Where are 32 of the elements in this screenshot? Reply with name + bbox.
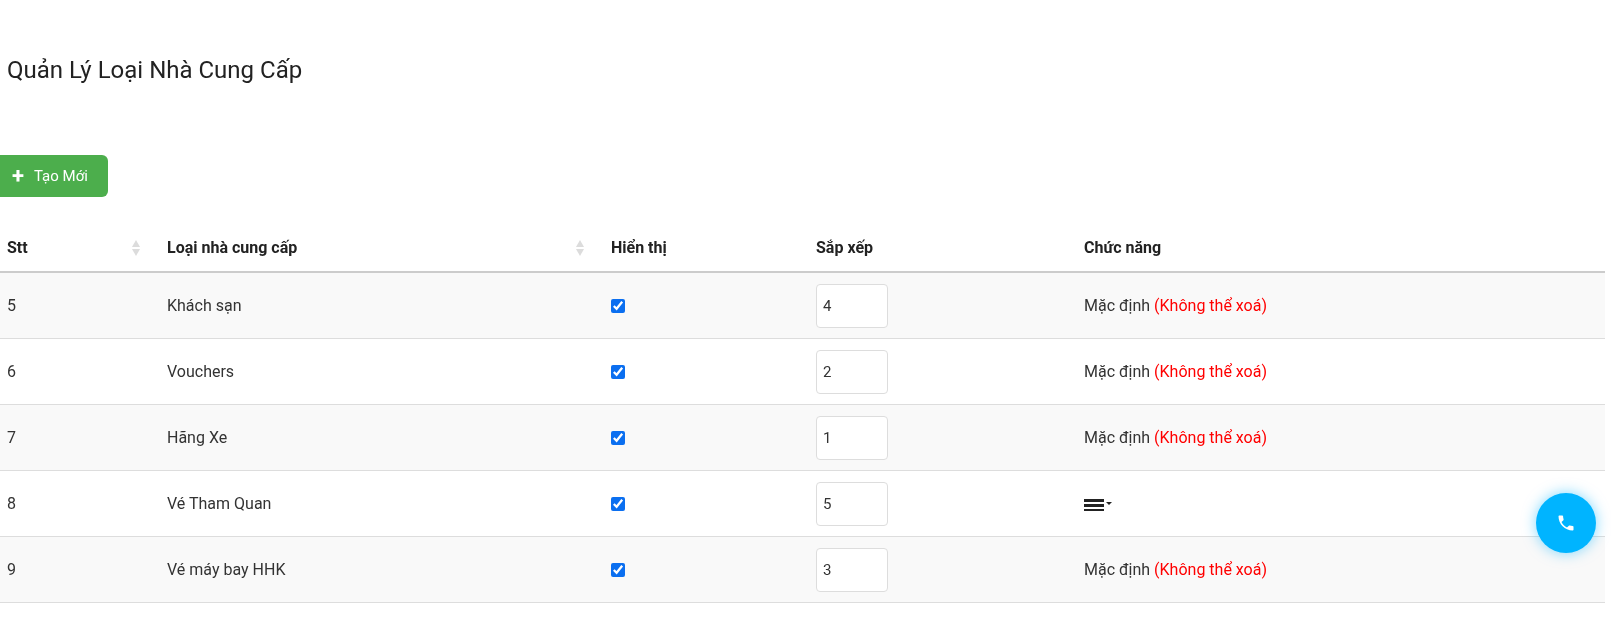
order-input[interactable]: 2 [816,349,888,394]
visible-checkbox[interactable] [611,298,625,313]
table-cell: 9 [7,559,16,579]
table-cell: Hãng Xe [167,427,228,447]
column-header: Sắp xếp [816,237,873,259]
table-cell: 5 [7,295,16,315]
visible-checkbox[interactable] [611,562,625,577]
phone-icon [1556,513,1576,533]
menu-dropdown-icon[interactable] [1084,496,1114,511]
order-input[interactable]: 3 [816,547,888,592]
table-cell: Vé máy bay HHK [167,559,286,579]
column-header: Chức năng [1084,237,1162,259]
default-label: Mặc định (Không thể xoá) [1084,426,1267,449]
default-label: Mặc định (Không thể xoá) [1084,558,1267,581]
order-input[interactable]: 1 [816,415,888,460]
default-label: Mặc định (Không thể xoá) [1084,360,1267,383]
table-cell: Vé Tham Quan [167,493,272,513]
visible-checkbox[interactable] [611,496,625,511]
order-input[interactable]: 4 [816,283,888,328]
order-input[interactable]: 5 [816,481,888,526]
page-title: Quản Lý Loại Nhà Cung Cấp [7,55,304,85]
visible-checkbox[interactable] [611,364,625,379]
default-label: Mặc định (Không thể xoá) [1084,294,1267,317]
column-header: Loại nhà cung cấp [167,237,298,259]
column-header: Hiển thị [611,237,667,259]
table-cell: Vouchers [167,361,235,381]
table-cell: 8 [7,493,16,513]
table-cell: 7 [7,427,16,447]
column-header: Stt [7,237,28,259]
table-cell: 6 [7,361,16,381]
visible-checkbox[interactable] [611,430,625,445]
table-cell: Khách sạn [167,295,242,315]
